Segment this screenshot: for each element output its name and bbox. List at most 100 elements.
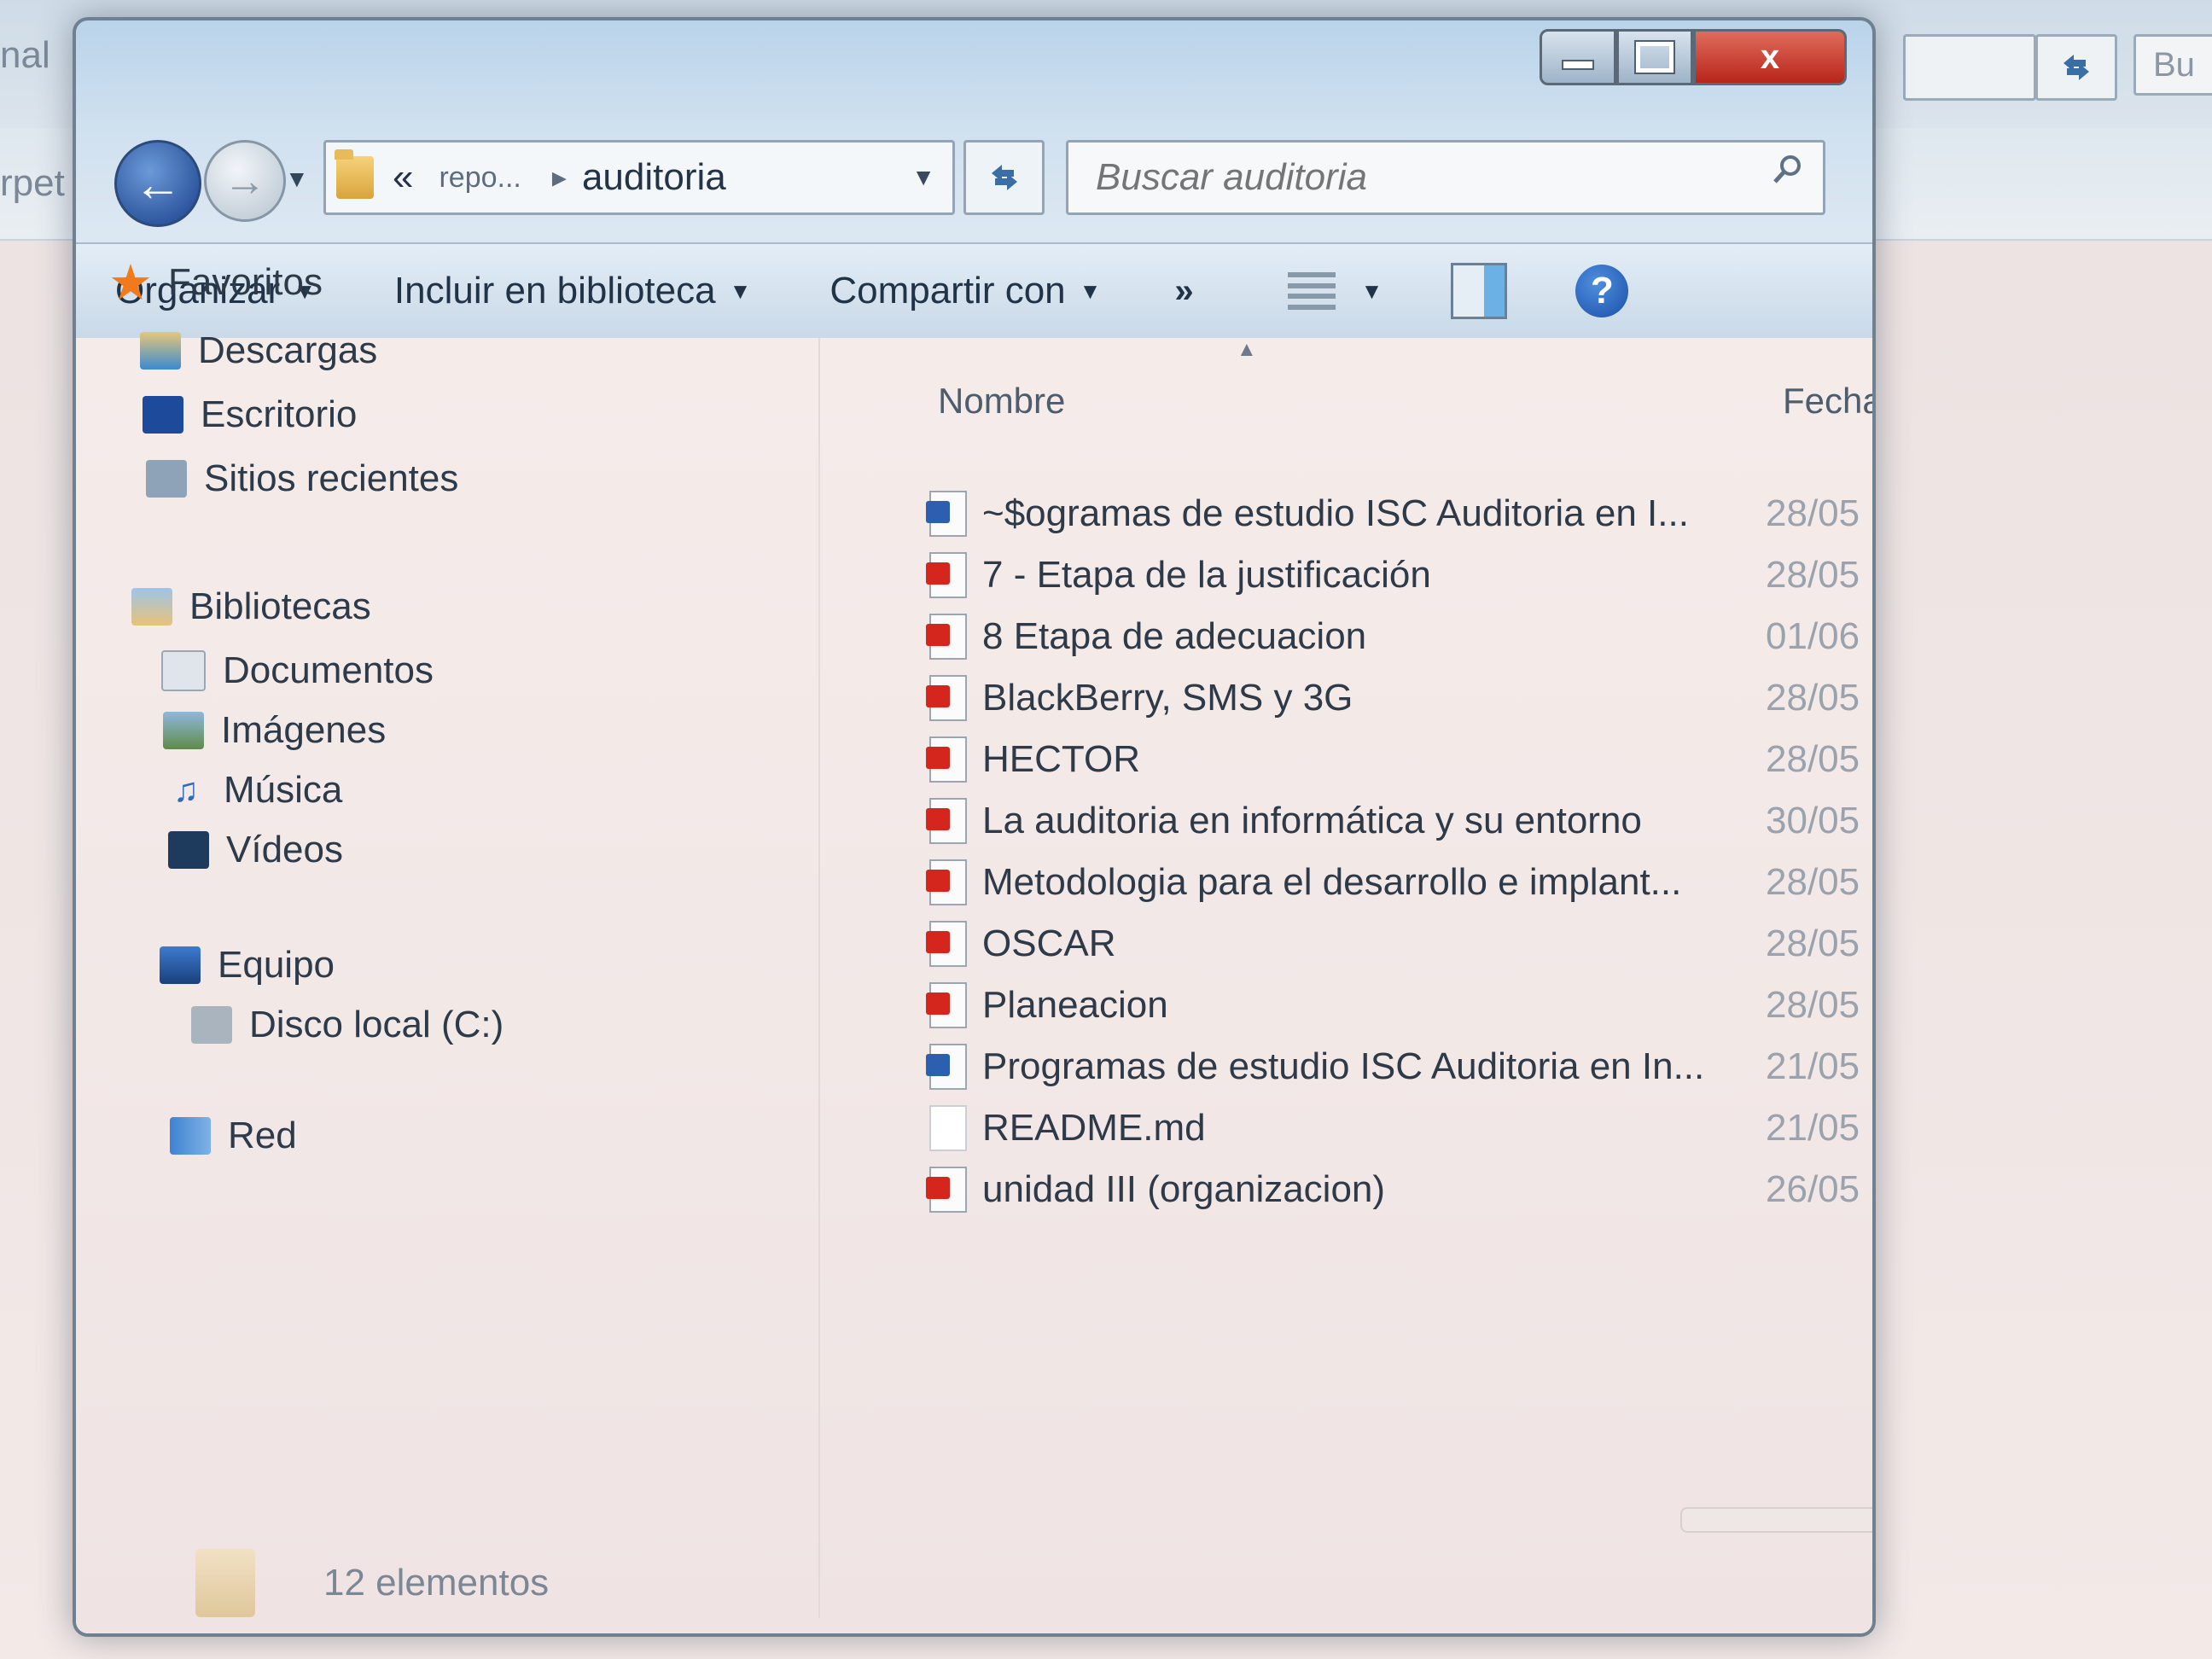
file-row[interactable]: unidad III (organizacion) 26/05/ [827, 1159, 1868, 1220]
caption-buttons: x [1540, 29, 1847, 85]
breadcrumb-overflow[interactable]: « [393, 156, 413, 199]
music-icon: ♫ [173, 771, 199, 809]
network-icon [170, 1117, 211, 1155]
nav-label: Disco local (C:) [249, 1004, 504, 1045]
address-dropdown-arrow[interactable]: ▼ [911, 164, 935, 191]
nav-music[interactable]: ♫ Música [166, 760, 342, 820]
nav-recent-places[interactable]: Sitios recientes [146, 449, 458, 509]
nav-desktop[interactable]: Escritorio [143, 385, 357, 445]
more-commands-button[interactable]: » [1140, 272, 1227, 311]
word-document-icon [926, 1044, 967, 1090]
file-date: 28/05/ [1766, 554, 1860, 596]
share-label: Compartir con [830, 270, 1066, 311]
recent-pages-dropdown[interactable]: ▼ [285, 166, 311, 192]
minimize-icon [1562, 60, 1594, 70]
file-date: 21/05/ [1766, 1045, 1860, 1087]
file-name: ~$ogramas de estudio ISC Auditoria en I.… [982, 492, 1689, 534]
nav-downloads[interactable]: Descargas [140, 321, 377, 381]
forward-button[interactable]: → [204, 140, 286, 222]
videos-icon [168, 831, 209, 869]
file-row[interactable]: HECTOR 28/05/ [827, 729, 1868, 790]
minimize-button[interactable] [1540, 29, 1616, 85]
file-list: ▲ Nombre Fecha ~$ogramas de estudio ISC … [827, 338, 1872, 1618]
background-refresh-button[interactable] [2035, 34, 2117, 101]
nav-label: Bibliotecas [189, 585, 371, 627]
details-view-icon [1287, 272, 1336, 310]
nav-libraries[interactable]: Bibliotecas [131, 577, 371, 637]
nav-network[interactable]: Red [170, 1106, 297, 1166]
nav-label: Equipo [218, 944, 335, 986]
nav-videos[interactable]: Vídeos [168, 820, 343, 880]
chevron-down-icon: ▼ [1079, 277, 1102, 304]
nav-label: Música [224, 769, 343, 811]
breadcrumb-separator[interactable]: ▸ [552, 160, 567, 195]
share-button[interactable]: Compartir con ▼ [790, 270, 1140, 312]
chevron-down-icon[interactable]: ▼ [1361, 278, 1383, 305]
search-icon[interactable] [1770, 153, 1804, 187]
breadcrumb-crumb[interactable]: auditoria [582, 156, 726, 199]
nav-label: Red [228, 1115, 297, 1156]
refresh-button[interactable] [963, 140, 1045, 215]
file-row[interactable]: OSCAR 28/05/ [827, 913, 1868, 975]
pdf-file-icon [926, 552, 967, 598]
file-name: 7 - Etapa de la justificación [982, 554, 1431, 596]
nav-local-disk[interactable]: Disco local (C:) [191, 995, 504, 1055]
word-document-icon [926, 491, 967, 537]
column-header-name[interactable]: Nombre [938, 381, 1065, 422]
file-row[interactable]: 7 - Etapa de la justificación 28/05/ [827, 544, 1868, 606]
hard-drive-icon [191, 1006, 232, 1044]
nav-documents[interactable]: Documentos [161, 641, 434, 701]
include-library-label: Incluir en biblioteca [393, 270, 716, 311]
background-search-input[interactable]: Bu [2133, 34, 2212, 96]
documents-icon [161, 650, 206, 691]
file-name: README.md [982, 1107, 1206, 1149]
content-area: ★ Favoritos Descargas Escritorio Sitios … [76, 255, 1872, 1633]
nav-label: Descargas [198, 329, 378, 371]
file-date: 28/05/ [1766, 984, 1860, 1026]
file-name: OSCAR [982, 923, 1116, 964]
background-text: rpet [0, 162, 65, 204]
file-row[interactable]: README.md 21/05/ [827, 1097, 1868, 1159]
nav-label: Escritorio [201, 393, 358, 435]
back-button[interactable]: ← [114, 140, 201, 227]
file-date: 28/05/ [1766, 677, 1860, 719]
address-bar[interactable]: « repo... ▸ auditoria ▼ [323, 140, 955, 215]
nav-label: Documentos [223, 649, 434, 691]
navigation-pane: ★ Favoritos Descargas Escritorio Sitios … [76, 255, 820, 1618]
file-row[interactable]: 8 Etapa de adecuacion 01/06/ [827, 606, 1868, 667]
text-file-icon [929, 1105, 967, 1151]
file-name: La auditoria en informática y su entorno [982, 800, 1642, 841]
chevron-down-icon: ▼ [729, 277, 752, 304]
file-name: HECTOR [982, 738, 1140, 780]
column-header-date[interactable]: Fecha [1783, 381, 1872, 422]
nav-favorites[interactable]: ★ Favoritos [108, 253, 323, 312]
search-box[interactable] [1066, 140, 1825, 215]
search-input[interactable] [1094, 155, 1695, 200]
computer-icon [160, 946, 201, 984]
file-row[interactable]: Metodologia para el desarrollo e implant… [827, 852, 1868, 913]
preview-pane-button[interactable] [1451, 263, 1508, 319]
file-date: 28/05/ [1766, 492, 1860, 534]
help-button[interactable]: ? [1575, 265, 1629, 317]
file-row[interactable]: BlackBerry, SMS y 3G 28/05/ [827, 667, 1868, 729]
file-row[interactable]: ~$ogramas de estudio ISC Auditoria en I.… [827, 483, 1868, 544]
change-view-button[interactable]: ▼ [1287, 272, 1383, 310]
file-row[interactable]: Programas de estudio ISC Auditoria en In… [827, 1036, 1868, 1097]
nav-label: Imágenes [221, 709, 387, 751]
nav-images[interactable]: Imágenes [163, 701, 386, 760]
horizontal-scrollbar[interactable] [1680, 1507, 1872, 1533]
file-date: 01/06/ [1766, 615, 1860, 657]
breadcrumb-crumb[interactable]: repo... [439, 161, 521, 195]
nav-computer[interactable]: Equipo [160, 935, 335, 995]
background-address-dropdown[interactable] [1903, 34, 2036, 101]
refresh-icon [991, 165, 1017, 190]
file-row[interactable]: La auditoria en informática y su entorno… [827, 790, 1868, 852]
refresh-icon [2064, 55, 2089, 80]
include-library-button[interactable]: Incluir en biblioteca ▼ [355, 270, 790, 312]
nav-label: Favoritos [168, 261, 323, 303]
maximize-button[interactable] [1616, 29, 1693, 85]
file-row[interactable]: Planeacion 28/05/ [827, 975, 1868, 1036]
downloads-icon [140, 332, 181, 370]
pdf-file-icon [926, 921, 967, 967]
close-button[interactable]: x [1693, 29, 1847, 85]
